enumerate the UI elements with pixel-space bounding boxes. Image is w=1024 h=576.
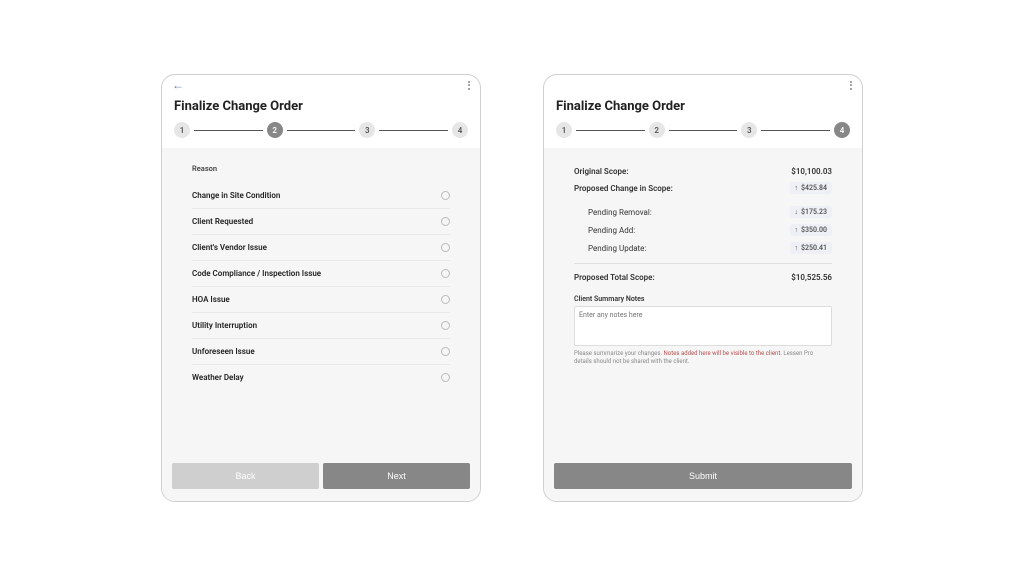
reason-option[interactable]: Code Compliance / Inspection Issue xyxy=(192,261,450,287)
pending-add-row: Pending Add: ↑ $350.00 xyxy=(574,221,832,239)
label: Pending Add: xyxy=(588,226,635,235)
progress-stepper: 1 2 3 4 xyxy=(162,122,480,148)
reason-label: Utility Interruption xyxy=(192,321,257,330)
footer-bar: Back Next xyxy=(162,455,480,501)
label: Pending Removal: xyxy=(588,208,652,217)
radio-icon xyxy=(441,373,450,382)
topbar xyxy=(544,75,862,95)
kebab-menu-icon[interactable] xyxy=(850,81,852,90)
reason-label: Weather Delay xyxy=(192,373,244,382)
change-pill: ↑ $250.41 xyxy=(790,242,832,254)
reason-option[interactable]: Client Requested xyxy=(192,209,450,235)
arrow-down-icon: ↓ xyxy=(795,208,799,216)
page-title: Finalize Change Order xyxy=(162,95,480,122)
reason-option[interactable]: Unforeseen Issue xyxy=(192,339,450,365)
next-button[interactable]: Next xyxy=(323,463,470,489)
value: $10,100.03 xyxy=(791,167,832,176)
content-area: Original Scope: $10,100.03 Proposed Chan… xyxy=(544,148,862,501)
client-notes-textarea[interactable] xyxy=(574,306,832,346)
arrow-up-icon: ↑ xyxy=(795,226,799,234)
reason-option[interactable]: Client's Vendor Issue xyxy=(192,235,450,261)
page-title: Finalize Change Order xyxy=(544,95,862,122)
pending-update-row: Pending Update: ↑ $250.41 xyxy=(574,239,832,257)
kebab-menu-icon[interactable] xyxy=(468,81,470,90)
reason-section-label: Reason xyxy=(192,164,450,173)
change-order-step4-screen: Finalize Change Order 1 2 3 4 Original S… xyxy=(543,74,863,502)
radio-icon xyxy=(441,217,450,226)
summary-area: Original Scope: $10,100.03 Proposed Chan… xyxy=(544,148,862,455)
proposed-total-row: Proposed Total Scope: $10,525.56 xyxy=(574,270,832,285)
reason-label: Client's Vendor Issue xyxy=(192,243,267,252)
label: Pending Update: xyxy=(588,244,646,253)
value: $175.23 xyxy=(801,208,827,216)
help-text: Please summarize your changes. xyxy=(574,350,664,357)
notes-help-text: Please summarize your changes. Notes add… xyxy=(574,350,832,366)
radio-icon xyxy=(441,347,450,356)
reason-label: HOA Issue xyxy=(192,295,230,304)
step-3[interactable]: 3 xyxy=(359,122,375,138)
change-pill: ↓ $175.23 xyxy=(790,206,832,218)
step-4[interactable]: 4 xyxy=(834,122,850,138)
progress-stepper: 1 2 3 4 xyxy=(544,122,862,148)
radio-icon xyxy=(441,243,450,252)
reason-option[interactable]: Utility Interruption xyxy=(192,313,450,339)
reason-option[interactable]: Weather Delay xyxy=(192,365,450,390)
value: $250.41 xyxy=(801,244,827,252)
reason-option[interactable]: Change in Site Condition xyxy=(192,183,450,209)
step-line xyxy=(576,130,645,131)
step-1[interactable]: 1 xyxy=(174,122,190,138)
step-2[interactable]: 2 xyxy=(267,122,283,138)
reason-label: Client Requested xyxy=(192,217,253,226)
topbar: ← xyxy=(162,75,480,95)
change-pill: ↑ $425.84 xyxy=(790,182,832,194)
footer-bar: Submit xyxy=(544,455,862,501)
content-area: Reason Change in Site Condition Client R… xyxy=(162,148,480,501)
step-line xyxy=(379,130,448,131)
step-3[interactable]: 3 xyxy=(741,122,757,138)
change-pill: ↑ $350.00 xyxy=(790,224,832,236)
step-line xyxy=(669,130,738,131)
reason-label: Code Compliance / Inspection Issue xyxy=(192,269,321,278)
step-4[interactable]: 4 xyxy=(452,122,468,138)
divider xyxy=(574,263,832,264)
reason-list: Reason Change in Site Condition Client R… xyxy=(162,148,480,455)
label: Original Scope: xyxy=(574,167,629,176)
back-button[interactable]: Back xyxy=(172,463,319,489)
reason-label: Change in Site Condition xyxy=(192,191,280,200)
step-2[interactable]: 2 xyxy=(649,122,665,138)
pending-removal-row: Pending Removal: ↓ $175.23 xyxy=(574,203,832,221)
radio-icon xyxy=(441,269,450,278)
step-line xyxy=(287,130,356,131)
reason-label: Unforeseen Issue xyxy=(192,347,255,356)
reason-option[interactable]: HOA Issue xyxy=(192,287,450,313)
arrow-up-icon: ↑ xyxy=(795,244,799,252)
step-1[interactable]: 1 xyxy=(556,122,572,138)
radio-icon xyxy=(441,321,450,330)
label: Proposed Total Scope: xyxy=(574,273,655,282)
back-arrow-icon[interactable]: ← xyxy=(172,78,184,92)
value: $10,525.56 xyxy=(791,273,832,282)
step-line xyxy=(194,130,263,131)
help-warning: Notes added here will be visible to the … xyxy=(664,350,782,357)
proposed-change-row: Proposed Change in Scope: ↑ $425.84 xyxy=(574,179,832,197)
value: $350.00 xyxy=(801,226,827,234)
radio-icon xyxy=(441,191,450,200)
label: Proposed Change in Scope: xyxy=(574,184,673,193)
original-scope-row: Original Scope: $10,100.03 xyxy=(574,164,832,179)
notes-label: Client Summary Notes xyxy=(574,295,832,303)
submit-button[interactable]: Submit xyxy=(554,463,852,489)
radio-icon xyxy=(441,295,450,304)
arrow-up-icon: ↑ xyxy=(795,184,799,192)
change-order-step2-screen: ← Finalize Change Order 1 2 3 4 Reason C… xyxy=(161,74,481,502)
value: $425.84 xyxy=(801,184,827,192)
step-line xyxy=(761,130,830,131)
